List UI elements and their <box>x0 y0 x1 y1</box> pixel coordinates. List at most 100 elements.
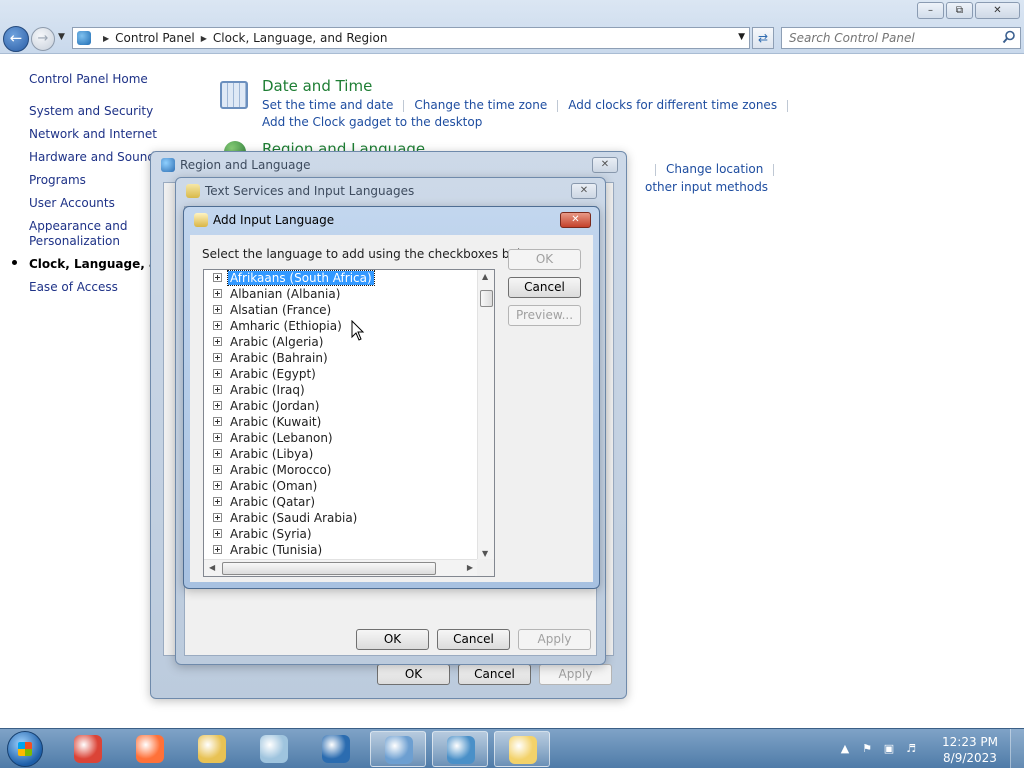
back-button[interactable]: ← <box>3 26 29 52</box>
language-item[interactable]: Alsatian (France) <box>204 302 478 318</box>
expand-icon[interactable] <box>213 417 222 426</box>
cancel-button[interactable]: Cancel <box>458 664 531 685</box>
expand-icon[interactable] <box>213 321 222 330</box>
language-item[interactable]: Arabic (Kuwait) <box>204 414 478 430</box>
action-center-icon[interactable]: ⚑ <box>860 742 874 756</box>
horizontal-scrollbar[interactable]: ◀ ▶ <box>204 559 478 576</box>
ok-button[interactable]: OK <box>356 629 429 650</box>
change-location-link[interactable]: Change location <box>666 162 763 176</box>
preview-button[interactable]: Preview... <box>508 305 581 326</box>
dialog-title: Add Input Language <box>194 213 334 227</box>
expand-icon[interactable] <box>213 481 222 490</box>
cancel-button[interactable]: Cancel <box>508 277 581 298</box>
add-clock-gadget-link[interactable]: Add the Clock gadget to the desktop <box>262 115 482 129</box>
language-item[interactable]: Arabic (Jordan) <box>204 398 478 414</box>
add-clocks-link[interactable]: Add clocks for different time zones <box>568 98 777 112</box>
language-item[interactable]: Arabic (Syria) <box>204 526 478 542</box>
close-button[interactable]: ✕ <box>560 212 591 228</box>
taskbar-app-notepad[interactable] <box>246 731 302 767</box>
taskbar-app-text-services[interactable] <box>494 731 550 767</box>
address-dropdown-icon[interactable]: ▼ <box>738 32 745 42</box>
breadcrumb-clock-language-region[interactable]: Clock, Language, and Region <box>213 31 388 45</box>
expand-icon[interactable] <box>213 353 222 362</box>
expand-icon[interactable] <box>213 401 222 410</box>
cancel-button[interactable]: Cancel <box>437 629 510 650</box>
scroll-down-icon[interactable]: ▼ <box>482 549 488 558</box>
taskbar-app-chrome[interactable] <box>60 731 116 767</box>
scroll-left-icon[interactable]: ◀ <box>209 563 215 572</box>
apply-button[interactable]: Apply <box>518 629 591 650</box>
scroll-thumb[interactable] <box>222 562 436 575</box>
chevron-right-icon[interactable]: ▶ <box>103 34 109 43</box>
search-icon[interactable] <box>1002 30 1016 44</box>
expand-icon[interactable] <box>213 465 222 474</box>
taskbar-app-region-globe[interactable] <box>432 731 488 767</box>
other-input-methods-link[interactable]: other input methods <box>645 180 768 194</box>
nav-network-internet[interactable]: Network and Internet <box>29 127 199 142</box>
language-item[interactable]: Amharic (Ethiopia) <box>204 318 478 334</box>
refresh-button[interactable]: ⇄ <box>752 27 774 49</box>
language-item[interactable]: Arabic (Algeria) <box>204 334 478 350</box>
show-desktop-button[interactable] <box>1010 729 1024 768</box>
taskbar-app-control-panel[interactable] <box>370 731 426 767</box>
taskbar-app-file-explorer[interactable] <box>184 731 240 767</box>
language-item[interactable]: Arabic (Morocco) <box>204 462 478 478</box>
network-icon[interactable]: ▣ <box>882 742 896 756</box>
taskbar-app-app-s[interactable] <box>308 731 364 767</box>
expand-icon[interactable] <box>213 385 222 394</box>
scroll-thumb[interactable] <box>480 290 493 307</box>
control-panel-home-link[interactable]: Control Panel Home <box>29 72 148 86</box>
calendar-icon <box>220 81 248 109</box>
taskbar-app-firefox[interactable] <box>122 731 178 767</box>
close-button[interactable]: ✕ <box>975 2 1020 19</box>
expand-icon[interactable] <box>213 497 222 506</box>
ok-button[interactable]: OK <box>508 249 581 270</box>
expand-icon[interactable] <box>213 337 222 346</box>
search-input[interactable] <box>782 28 992 48</box>
language-tree[interactable]: Afrikaans (South Africa) Albanian (Alban… <box>203 269 495 577</box>
expand-icon[interactable] <box>213 529 222 538</box>
language-item[interactable]: Arabic (Tunisia) <box>204 542 478 558</box>
language-item[interactable]: Arabic (Egypt) <box>204 366 478 382</box>
expand-icon[interactable] <box>213 369 222 378</box>
language-item[interactable]: Arabic (Oman) <box>204 478 478 494</box>
language-item[interactable]: Arabic (Qatar) <box>204 494 478 510</box>
expand-icon[interactable] <box>213 545 222 554</box>
recent-pages-dropdown[interactable]: ▼ <box>58 32 65 42</box>
language-item[interactable]: Arabic (Libya) <box>204 446 478 462</box>
language-item[interactable]: Arabic (Saudi Arabia) <box>204 510 478 526</box>
maximize-button[interactable]: ⧉ <box>946 2 973 19</box>
apply-button[interactable]: Apply <box>539 664 612 685</box>
vertical-scrollbar[interactable]: ▲ ▼ <box>477 270 494 560</box>
show-hidden-icons-icon[interactable]: ▲ <box>838 742 852 756</box>
nav-system-security[interactable]: System and Security <box>29 104 199 119</box>
change-time-zone-link[interactable]: Change the time zone <box>414 98 547 112</box>
ok-button[interactable]: OK <box>377 664 450 685</box>
language-item[interactable]: Arabic (Iraq) <box>204 382 478 398</box>
close-button[interactable]: ✕ <box>592 157 618 173</box>
address-bar[interactable]: ▶ Control Panel ▶ Clock, Language, and R… <box>72 27 750 49</box>
set-time-date-link[interactable]: Set the time and date <box>262 98 393 112</box>
language-item[interactable]: Albanian (Albania) <box>204 286 478 302</box>
language-item[interactable]: Afrikaans (South Africa) <box>204 270 478 286</box>
date-time-heading[interactable]: Date and Time <box>262 77 372 95</box>
chevron-right-icon[interactable]: ▶ <box>201 34 207 43</box>
scroll-up-icon[interactable]: ▲ <box>482 272 488 281</box>
language-item[interactable]: Arabic (Bahrain) <box>204 350 478 366</box>
clock[interactable]: 12:23 PM 8/9/2023 <box>942 734 998 766</box>
minimize-button[interactable]: – <box>917 2 944 19</box>
expand-icon[interactable] <box>213 433 222 442</box>
expand-icon[interactable] <box>213 513 222 522</box>
close-button[interactable]: ✕ <box>571 183 597 199</box>
expand-icon[interactable] <box>213 449 222 458</box>
breadcrumb-control-panel[interactable]: Control Panel <box>115 31 195 45</box>
language-item[interactable]: Arabic (Lebanon) <box>204 430 478 446</box>
expand-icon[interactable] <box>213 273 222 282</box>
expand-icon[interactable] <box>213 289 222 298</box>
expand-icon[interactable] <box>213 305 222 314</box>
scroll-right-icon[interactable]: ▶ <box>467 563 473 572</box>
volume-icon[interactable]: ♬ <box>904 742 918 756</box>
start-button[interactable] <box>7 731 43 767</box>
search-box[interactable] <box>781 27 1021 49</box>
forward-button[interactable]: → <box>31 27 55 51</box>
